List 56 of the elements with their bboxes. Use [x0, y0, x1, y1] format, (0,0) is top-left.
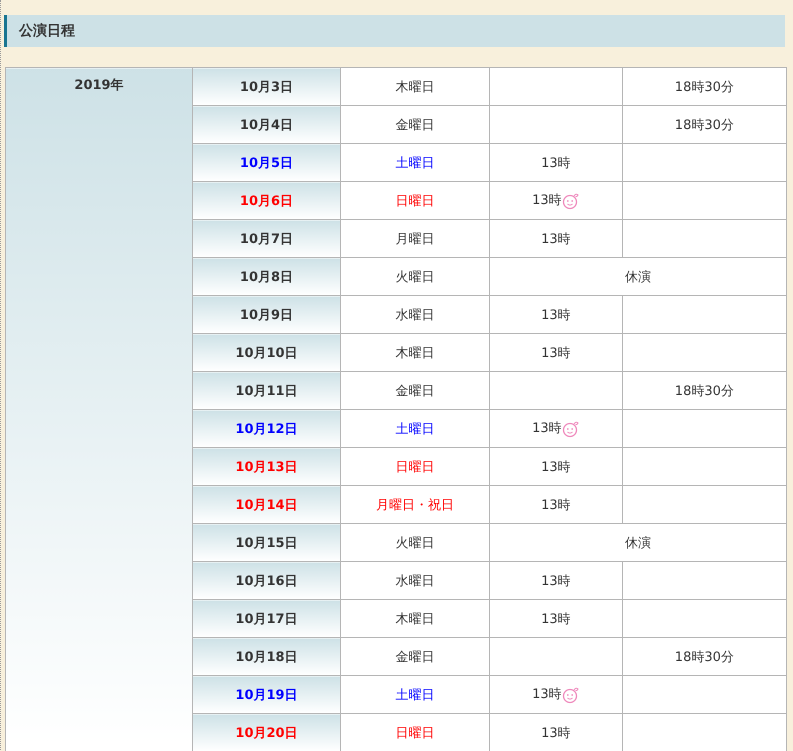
year-cell: 2019年 — [6, 68, 192, 751]
weekday-cell: 日曜日 — [340, 182, 490, 220]
date-cell: 10月11日 — [192, 372, 340, 410]
date-cell: 10月19日 — [192, 676, 340, 714]
time-text: 13時 — [532, 687, 562, 702]
date-cell: 10月17日 — [192, 600, 340, 638]
date-cell: 10月12日 — [192, 410, 340, 448]
time-text: 13時 — [541, 308, 571, 322]
date-cell: 10月8日 — [192, 258, 340, 296]
time-text: 13時 — [541, 346, 571, 360]
date-cell: 10月20日 — [192, 714, 340, 751]
time-text: 18時30分 — [674, 80, 734, 94]
closed-cell: 休演 — [490, 258, 786, 296]
weekday-cell: 金曜日 — [340, 106, 490, 144]
weekday-cell: 木曜日 — [340, 600, 490, 638]
time-text: 13時 — [541, 726, 571, 740]
weekday-cell: 水曜日 — [340, 562, 490, 600]
weekday-cell: 日曜日 — [340, 448, 490, 486]
date-cell: 10月13日 — [192, 448, 340, 486]
date-cell: 10月10日 — [192, 334, 340, 372]
date-cell: 10月14日 — [192, 486, 340, 524]
date-cell: 10月18日 — [192, 638, 340, 676]
date-cell: 10月16日 — [192, 562, 340, 600]
weekday-cell: 土曜日 — [340, 676, 490, 714]
weekday-cell: 月曜日 — [340, 220, 490, 258]
section-heading: 公演日程 — [4, 15, 785, 47]
time-text: 13時 — [541, 232, 571, 246]
time-text: 18時30分 — [674, 118, 734, 132]
weekday-cell: 金曜日 — [340, 638, 490, 676]
weekday-cell: 火曜日 — [340, 258, 490, 296]
weekday-cell: 木曜日 — [340, 334, 490, 372]
date-cell: 10月7日 — [192, 220, 340, 258]
weekday-cell: 金曜日 — [340, 372, 490, 410]
weekday-cell: 土曜日 — [340, 144, 490, 182]
date-cell: 10月9日 — [192, 296, 340, 334]
time-text: 13時 — [532, 193, 562, 208]
date-cell: 10月5日 — [192, 144, 340, 182]
time-text: 18時30分 — [674, 650, 734, 664]
weekday-cell: 水曜日 — [340, 296, 490, 334]
time-text: 13時 — [541, 498, 571, 512]
time-text: 13時 — [541, 460, 571, 474]
time-text: 13時 — [532, 421, 562, 436]
weekday-cell: 木曜日 — [340, 68, 490, 106]
time-text: 13時 — [541, 612, 571, 626]
weekday-cell: 日曜日 — [340, 714, 490, 751]
time-text: 13時 — [541, 574, 571, 588]
time-text: 18時30分 — [674, 384, 734, 398]
date-cell: 10月3日 — [192, 68, 340, 106]
weekday-cell: 月曜日・祝日 — [340, 486, 490, 524]
date-cell: 10月6日 — [192, 182, 340, 220]
time-text: 13時 — [541, 156, 571, 170]
closed-cell: 休演 — [490, 524, 786, 562]
weekday-cell: 火曜日 — [340, 524, 490, 562]
date-cell: 10月15日 — [192, 524, 340, 562]
weekday-cell: 土曜日 — [340, 410, 490, 448]
date-cell: 10月4日 — [192, 106, 340, 144]
